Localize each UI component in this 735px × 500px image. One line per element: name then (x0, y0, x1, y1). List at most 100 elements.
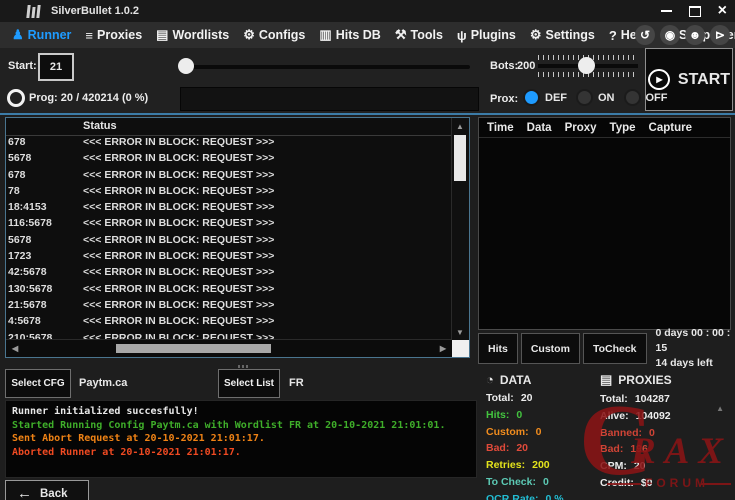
proxies-panel-rows: Total: 104287 Alive: 104092 Banned: 0 Ba… (600, 393, 734, 494)
hits-grid-header: Time Data Proxy Type Capture (479, 118, 730, 138)
result-row[interactable]: 116:5678 <<< ERROR IN BLOCK: REQUEST >>> (6, 216, 452, 232)
horizontal-scrollbar[interactable]: ◀ ▶ (6, 339, 452, 357)
result-row[interactable]: 18:4153 <<< ERROR IN BLOCK: REQUEST >>> (6, 200, 452, 216)
discord-icon[interactable]: ☻ (685, 25, 705, 45)
start-slider-track[interactable] (178, 65, 470, 69)
vertical-scrollbar-thumb[interactable] (454, 135, 466, 181)
back-button[interactable]: ← Back (5, 480, 89, 500)
result-row[interactable]: 678 <<< ERROR IN BLOCK: REQUEST >>> (6, 135, 452, 151)
start-button-label: START (678, 71, 730, 89)
bots-slider-thumb[interactable] (578, 57, 595, 74)
selected-wordlist-value: FR (289, 377, 304, 389)
results-grid-rows: 678 <<< ERROR IN BLOCK: REQUEST >>> 5678… (6, 135, 452, 340)
data-panel-header: ◔ DATA (486, 372, 598, 387)
result-row-value: 78 (8, 185, 20, 197)
result-row-value: 678 (8, 169, 26, 181)
proxies-panel: ▤ PROXIES Total: 104287 Alive: 104092 Ba… (600, 372, 734, 494)
vertical-scrollbar[interactable]: ▲ ▼ (451, 118, 469, 340)
result-row-status: <<< ERROR IN BLOCK: REQUEST >>> (83, 234, 274, 246)
camera-icon[interactable]: ◉ (660, 25, 680, 45)
result-row-value: 116:5678 (8, 217, 52, 229)
splitter-handle[interactable] (238, 365, 250, 368)
stat-value: 104092 (636, 410, 671, 422)
prox-radio-option[interactable]: OFF (624, 89, 668, 106)
menu-items: ♟ Runner ≡ Proxies ▤ Wordlists ⚙ Configs (5, 22, 735, 48)
start-input[interactable]: 21 (38, 53, 74, 81)
maximize-button[interactable] (689, 6, 701, 17)
radio-icon (624, 89, 641, 106)
play-icon: ▶ (648, 69, 670, 90)
horizontal-scrollbar-thumb[interactable] (116, 344, 271, 353)
result-row-status: <<< ERROR IN BLOCK: REQUEST >>> (83, 217, 274, 229)
scroll-left-icon[interactable]: ◀ (12, 344, 18, 353)
result-row[interactable]: 4:5678 <<< ERROR IN BLOCK: REQUEST >>> (6, 314, 452, 330)
hits-filter-button[interactable]: ToCheck (583, 333, 647, 364)
menu-item-label: Proxies (97, 28, 142, 42)
result-row[interactable]: 130:5678 <<< ERROR IN BLOCK: REQUEST >>> (6, 282, 452, 298)
menu-item[interactable]: ⚙ Settings (523, 27, 602, 43)
result-row-value: 5678 (8, 234, 31, 246)
telegram-icon[interactable]: ⊳ (710, 25, 730, 45)
result-row-value: 130:5678 (8, 283, 52, 295)
hits-filter-button[interactable]: Hits (478, 333, 518, 364)
hits-footer: Hits Custom ToCheck 0 days 00 : 00 : 15 … (478, 332, 734, 365)
result-row-value: 42:5678 (8, 266, 47, 278)
result-row-status: <<< ERROR IN BLOCK: REQUEST >>> (83, 169, 274, 181)
prox-radio-option[interactable]: DEF (523, 89, 567, 106)
stat-row: CPM: 20 (600, 460, 734, 477)
data-panel-rows: Total: 20 Hits: 0 Custom: 0 Bad: 20 (486, 392, 598, 500)
stat-row: Total: 20 (486, 392, 598, 409)
close-button[interactable]: × (718, 4, 727, 18)
stat-value: 0 (536, 426, 542, 438)
select-config-button[interactable]: Select CFG (5, 369, 71, 398)
scroll-down-icon[interactable]: ▼ (456, 328, 464, 337)
result-row-value: 4:5678 (8, 315, 41, 327)
tools-icon: ⚒ (395, 27, 407, 43)
minimize-button[interactable] (661, 10, 672, 12)
result-row-status: <<< ERROR IN BLOCK: REQUEST >>> (83, 315, 274, 327)
menu-item[interactable]: ▤ Wordlists (149, 27, 236, 43)
log-line: Runner initialized succesfully! (12, 405, 470, 419)
menu-item-label: Hits DB (336, 28, 381, 42)
stat-label: Retries: (486, 459, 525, 471)
menu-item[interactable]: ⚒ Tools (388, 27, 450, 43)
menu-item-label: Tools (411, 28, 443, 42)
stat-row: OCR Rate: 0 % (486, 493, 598, 500)
stat-value: 0 (543, 476, 549, 488)
stat-label: Alive: (600, 410, 629, 422)
result-row-value: 1723 (8, 250, 31, 262)
scroll-right-icon[interactable]: ▶ (440, 344, 446, 353)
scroll-up-icon[interactable]: ▲ (456, 122, 464, 131)
menu-item[interactable]: ≡ Proxies (78, 28, 149, 43)
result-row[interactable]: 5678 <<< ERROR IN BLOCK: REQUEST >>> (6, 233, 452, 249)
result-row[interactable]: 78 <<< ERROR IN BLOCK: REQUEST >>> (6, 184, 452, 200)
person-icon: ♟ (12, 27, 24, 43)
menu-item[interactable]: ▥ Hits DB (312, 27, 387, 43)
gear-icon: ⚙ (243, 27, 255, 43)
result-row[interactable]: 42:5678 <<< ERROR IN BLOCK: REQUEST >>> (6, 265, 452, 281)
data-panel: ◔ DATA Total: 20 Hits: 0 Custom: 0 (486, 372, 598, 500)
section-divider (0, 113, 735, 115)
hits-filter-button[interactable]: Custom (521, 333, 580, 364)
menu-item[interactable]: ♟ Runner (5, 27, 78, 43)
menu-item[interactable]: ⚙ Configs (236, 27, 312, 43)
select-wordlist-button[interactable]: Select List (218, 369, 280, 398)
stat-row: Banned: 0 (600, 427, 734, 444)
stat-value: 20 (521, 392, 533, 404)
prox-radio-label: OFF (646, 92, 668, 104)
menu-item-label: Configs (259, 28, 306, 42)
prox-radio-label: DEF (545, 92, 567, 104)
menu-bar: ♟ Runner ≡ Proxies ▤ Wordlists ⚙ Configs (0, 22, 735, 48)
menu-item-label: Runner (28, 28, 72, 42)
prox-radio-option[interactable]: ON (576, 89, 615, 106)
result-row[interactable]: 678 <<< ERROR IN BLOCK: REQUEST >>> (6, 168, 452, 184)
result-row[interactable]: 1723 <<< ERROR IN BLOCK: REQUEST >>> (6, 249, 452, 265)
result-row[interactable]: 5678 <<< ERROR IN BLOCK: REQUEST >>> (6, 151, 452, 167)
start-slider-thumb[interactable] (178, 58, 194, 74)
menu-item[interactable]: ψ Plugins (450, 28, 523, 43)
runner-controls: Start: 21 Bots: 200 ▶ START Prog: 20 / 4… (0, 48, 735, 113)
result-row[interactable]: 21:5678 <<< ERROR IN BLOCK: REQUEST >>> (6, 298, 452, 314)
history-icon[interactable]: ↺ (635, 25, 655, 45)
prox-label: Prox: (490, 93, 518, 105)
log-line: Aborted Runner at 20-10-2021 21:01:17. (12, 446, 470, 460)
